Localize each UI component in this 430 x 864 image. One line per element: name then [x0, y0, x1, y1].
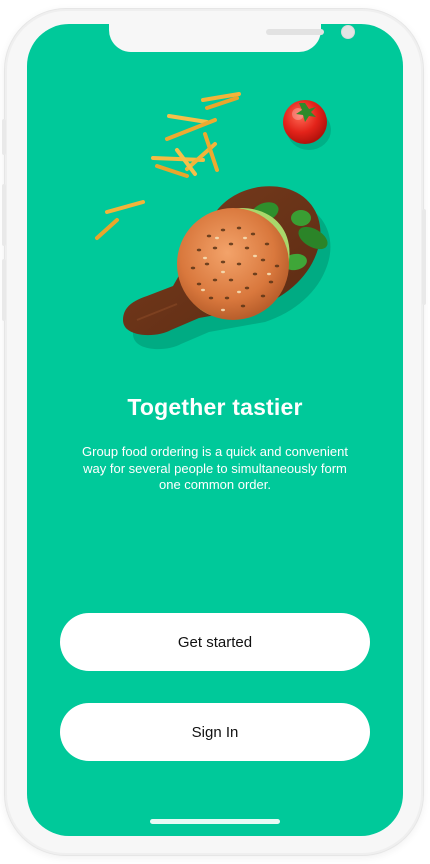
volume-up-button [2, 184, 6, 246]
get-started-button[interactable]: Get started [60, 613, 370, 671]
app-screen: Together tastier Group food ordering is … [27, 24, 403, 836]
food-illustration [95, 92, 331, 350]
power-button [422, 209, 426, 305]
onboarding-title: Together tastier [127, 394, 303, 420]
onboarding-description: Group food ordering is a quick and conve… [82, 444, 348, 492]
home-indicator[interactable] [150, 819, 280, 824]
volume-down-button [2, 259, 6, 321]
mute-switch [2, 119, 6, 155]
sign-in-button[interactable]: Sign In [60, 703, 370, 761]
tomato-icon [283, 100, 331, 150]
burger-icon [177, 208, 289, 320]
